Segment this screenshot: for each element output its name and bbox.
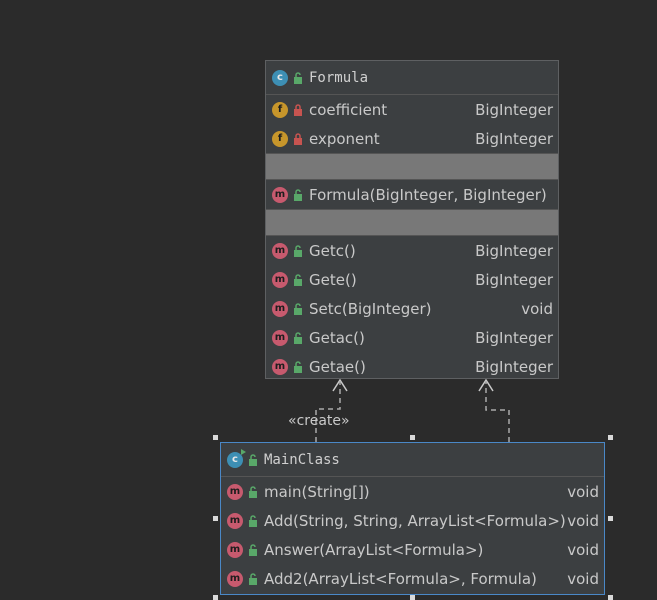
constructor-row[interactable]: m Formula(BigInteger, BigInteger) xyxy=(266,180,558,209)
field-name: coefficient xyxy=(309,100,388,119)
method-icon: m xyxy=(272,186,288,203)
resize-handle-bottom-right[interactable] xyxy=(608,595,613,600)
method-row[interactable]: m Setc(BigInteger) void xyxy=(266,294,558,323)
formula-class-box[interactable]: c Formula f coefficient BigInteger f exp… xyxy=(265,60,559,379)
public-lock-icon xyxy=(249,514,257,527)
method-type: void xyxy=(567,511,599,530)
section-divider xyxy=(266,153,558,180)
method-row[interactable]: m Getc() BigInteger xyxy=(266,236,558,265)
method-type: BigInteger xyxy=(475,357,553,376)
constructor-name: Formula(BigInteger, BigInteger) xyxy=(309,185,547,204)
method-name: main(String[]) xyxy=(264,482,370,501)
field-type: BigInteger xyxy=(475,100,553,119)
public-lock-icon xyxy=(249,453,257,466)
public-lock-icon xyxy=(249,543,257,556)
field-row[interactable]: f exponent BigInteger xyxy=(266,124,558,153)
method-name: Answer(ArrayList<Formula>) xyxy=(264,540,484,559)
method-row[interactable]: m Answer(ArrayList<Formula>) void xyxy=(221,535,604,564)
method-icon: m xyxy=(272,242,288,259)
field-icon: f xyxy=(272,101,288,118)
usage-dependency-line xyxy=(485,382,510,442)
static-method-icon: m xyxy=(227,483,243,500)
formula-class-header[interactable]: c Formula xyxy=(266,61,558,95)
resize-handle-top[interactable] xyxy=(410,435,415,440)
static-method-icon: m xyxy=(227,541,243,558)
public-lock-icon xyxy=(294,71,302,84)
public-lock-icon xyxy=(294,302,302,315)
method-icon: m xyxy=(272,300,288,317)
method-row[interactable]: m main(String[]) void xyxy=(221,477,604,506)
public-lock-icon xyxy=(294,331,302,344)
mainclass-class-box[interactable]: c MainClass m main(String[]) void m Add(… xyxy=(220,442,605,595)
method-row[interactable]: m Getae() BigInteger xyxy=(266,352,558,381)
field-row[interactable]: f coefficient BigInteger xyxy=(266,95,558,124)
public-lock-icon xyxy=(294,360,302,373)
method-type: void xyxy=(567,569,599,588)
field-name: exponent xyxy=(309,129,380,148)
static-method-icon: m xyxy=(227,512,243,529)
method-type: BigInteger xyxy=(475,328,553,347)
public-lock-icon xyxy=(249,485,257,498)
resize-handle-bottom-left[interactable] xyxy=(213,595,218,600)
create-relation-label: «create» xyxy=(288,413,350,429)
method-icon: m xyxy=(272,358,288,375)
method-name: Getae() xyxy=(309,357,366,376)
method-type: void xyxy=(521,299,553,318)
method-name: Getc() xyxy=(309,241,356,260)
method-type: void xyxy=(567,482,599,501)
method-type: void xyxy=(567,540,599,559)
mainclass-class-header[interactable]: c MainClass xyxy=(221,443,604,477)
method-type: BigInteger xyxy=(475,241,553,260)
resize-handle-top-right[interactable] xyxy=(608,435,613,440)
field-type: BigInteger xyxy=(475,129,553,148)
runnable-class-icon: c xyxy=(227,448,246,468)
public-lock-icon xyxy=(294,273,302,286)
method-name: Add2(ArrayList<Formula>, Formula) xyxy=(264,569,537,588)
public-lock-icon xyxy=(249,572,257,585)
method-name: Add(String, String, ArrayList<Formula>) xyxy=(264,511,566,530)
public-lock-icon xyxy=(294,244,302,257)
public-lock-icon xyxy=(294,188,302,201)
formula-class-name: Formula xyxy=(309,69,369,86)
resize-handle-top-left[interactable] xyxy=(213,435,218,440)
method-name: Gete() xyxy=(309,270,357,289)
method-row[interactable]: m Gete() BigInteger xyxy=(266,265,558,294)
method-icon: m xyxy=(272,271,288,288)
method-row[interactable]: m Getac() BigInteger xyxy=(266,323,558,352)
method-type: BigInteger xyxy=(475,270,553,289)
resize-handle-bottom[interactable] xyxy=(410,595,415,600)
field-icon: f xyxy=(272,130,288,147)
section-divider xyxy=(266,209,558,236)
create-dependency-line xyxy=(315,382,341,442)
resize-handle-left[interactable] xyxy=(213,516,218,521)
method-name: Setc(BigInteger) xyxy=(309,299,432,318)
method-row[interactable]: m Add2(ArrayList<Formula>, Formula) void xyxy=(221,564,604,593)
resize-handle-right[interactable] xyxy=(608,516,613,521)
private-lock-icon xyxy=(294,103,302,116)
mainclass-class-name: MainClass xyxy=(264,451,340,468)
private-lock-icon xyxy=(294,132,302,145)
method-name: Getac() xyxy=(309,328,365,347)
static-method-icon: m xyxy=(227,570,243,587)
class-icon: c xyxy=(272,69,288,86)
method-row[interactable]: m Add(String, String, ArrayList<Formula>… xyxy=(221,506,604,535)
method-icon: m xyxy=(272,329,288,346)
